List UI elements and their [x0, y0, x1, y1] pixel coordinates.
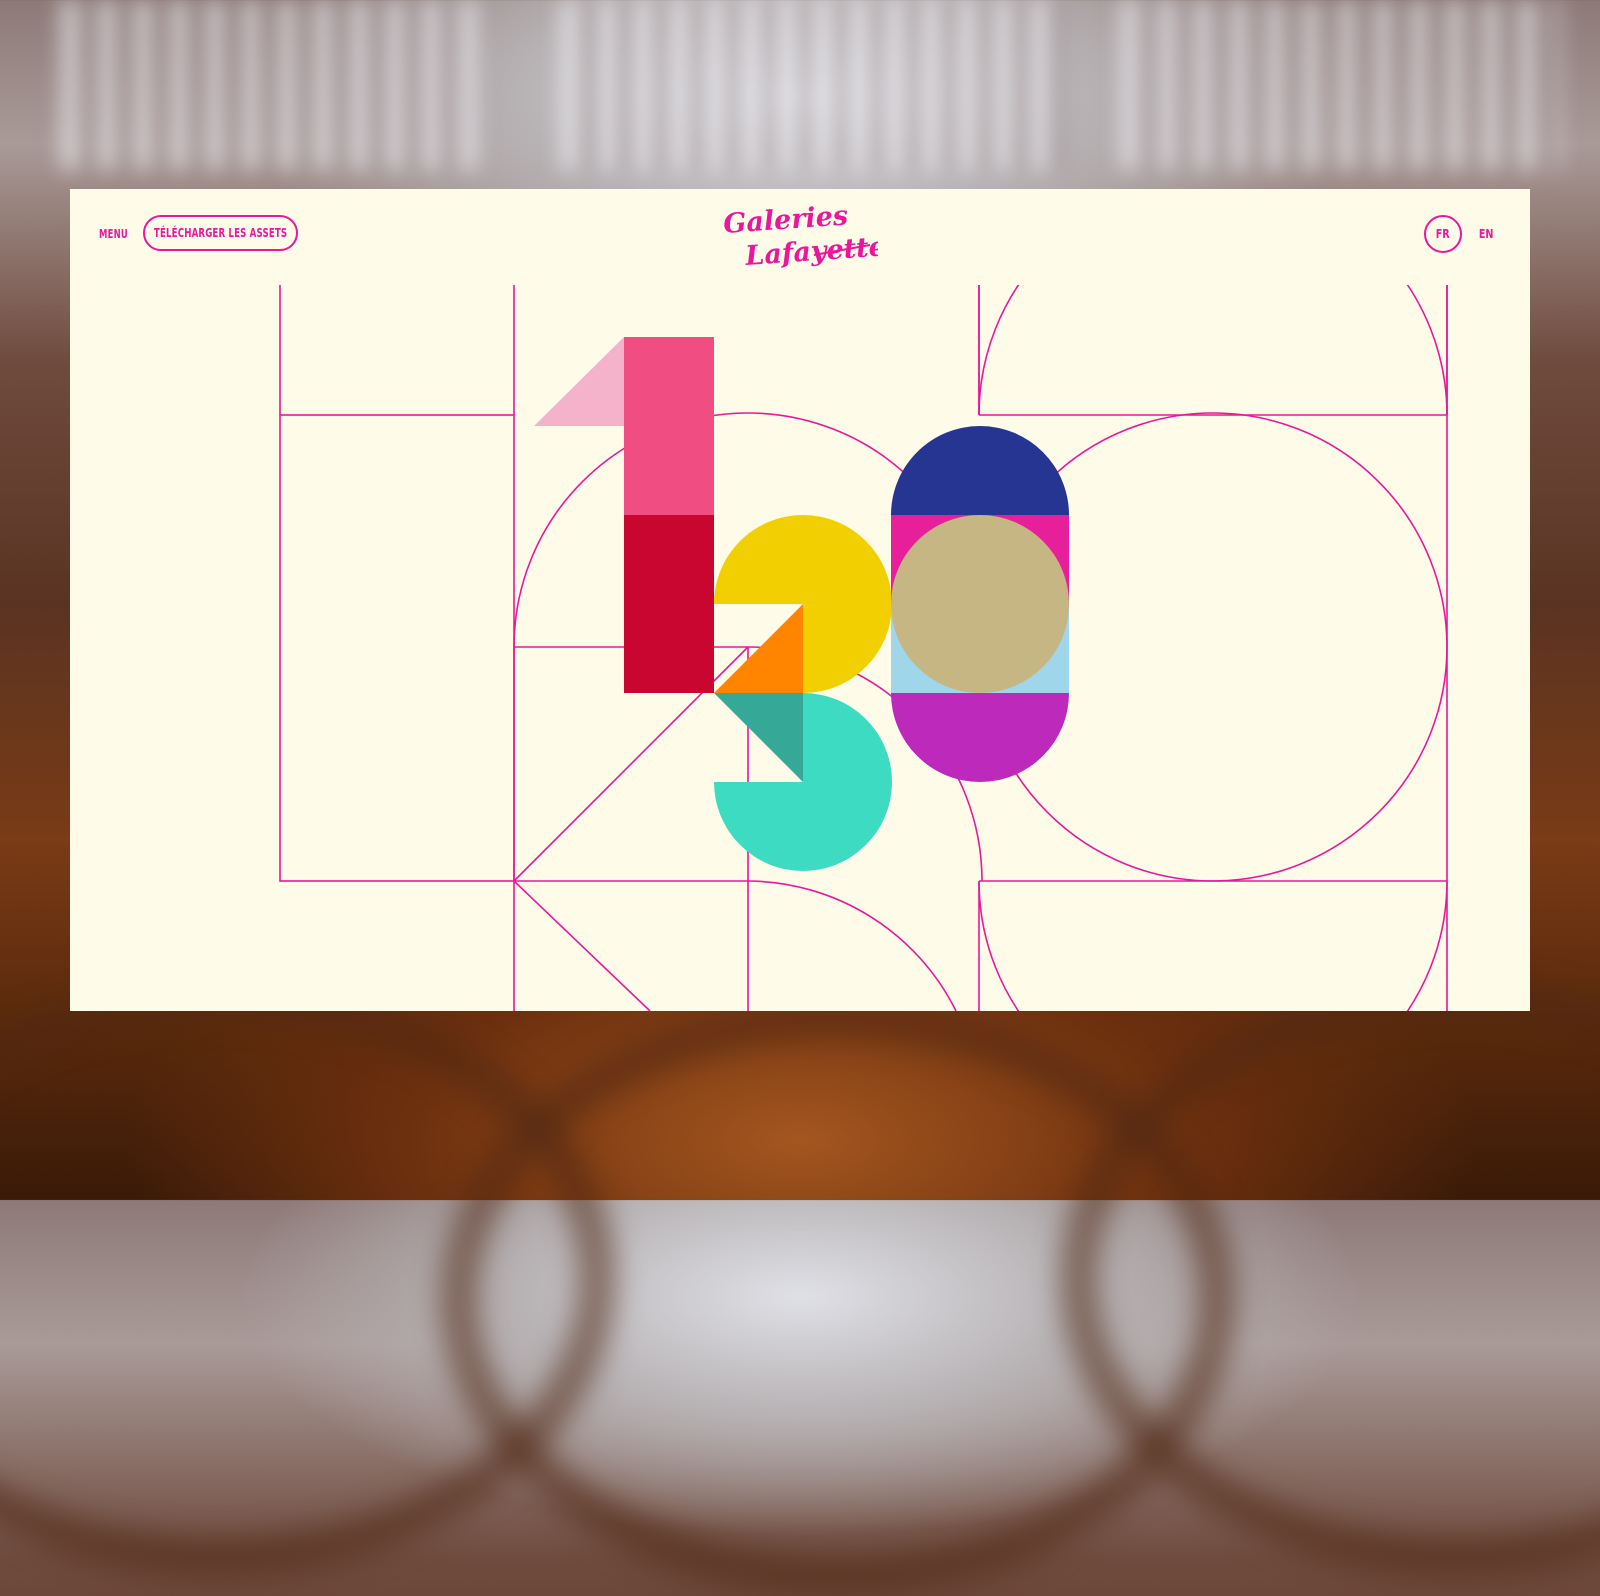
- zero-top-cap: [891, 426, 1069, 515]
- download-assets-label: TÉLÉCHARGER LES ASSETS: [153, 226, 288, 240]
- anniversary-130-illustration: [279, 189, 1448, 1011]
- one-bottom-block: [624, 515, 714, 693]
- three-teal-triangle: [714, 693, 803, 782]
- digit-three-shape: [714, 515, 892, 871]
- logo-line-2: Lafayette: [743, 231, 878, 272]
- language-en-button[interactable]: EN: [1474, 215, 1498, 253]
- site-header: MENU TÉLÉCHARGER LES ASSETS Galeries Laf…: [70, 189, 1530, 285]
- landing-card: MENU TÉLÉCHARGER LES ASSETS Galeries Laf…: [70, 189, 1530, 1011]
- galeries-lafayette-logo[interactable]: Galeries Lafayette: [718, 203, 878, 279]
- one-flag-triangle: [534, 337, 624, 426]
- download-assets-button[interactable]: TÉLÉCHARGER LES ASSETS: [143, 215, 298, 251]
- menu-button[interactable]: MENU: [99, 227, 128, 241]
- language-fr-button[interactable]: FR: [1424, 215, 1462, 253]
- three-orange-triangle: [714, 604, 803, 693]
- language-fr-label: FR: [1436, 227, 1450, 241]
- zero-center-circle: [891, 515, 1069, 693]
- zero-bottom-cap: [891, 693, 1069, 782]
- digit-zero-shape: [891, 426, 1069, 782]
- language-en-label: EN: [1478, 227, 1494, 241]
- digit-one-shape: [534, 337, 714, 693]
- one-top-block: [624, 337, 714, 515]
